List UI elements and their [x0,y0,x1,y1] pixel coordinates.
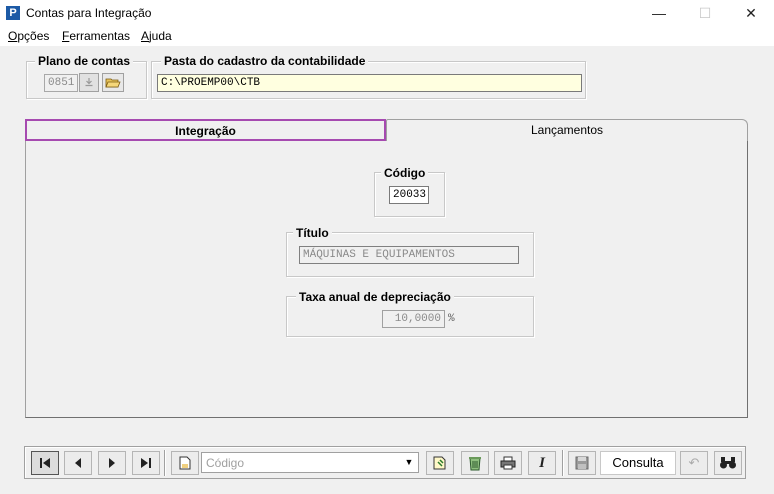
plano-contas-legend: Plano de contas [35,54,134,68]
menu-opcoes[interactable]: Opções [8,29,49,43]
pasta-field[interactable]: C:\PROEMP00\CTB [157,74,582,92]
pasta-legend: Pasta do cadastro da contabilidade [161,54,369,68]
previous-record-icon[interactable] [64,451,92,475]
save-icon[interactable] [568,451,596,475]
chevron-down-icon[interactable]: ▼ [401,454,417,471]
close-button[interactable]: ✕ [728,0,774,26]
maximize-button[interactable]: ☐ [682,0,728,26]
titulo-legend: Título [293,226,332,240]
codigo-field[interactable]: 20033 [389,186,429,204]
first-record-icon[interactable] [31,451,59,475]
download-icon[interactable] [79,73,99,92]
open-folder-icon[interactable] [102,73,124,92]
toolbar-separator [164,450,165,476]
edit-document-icon[interactable] [426,451,454,475]
menu-ajuda[interactable]: Ajuda [141,29,172,43]
app-icon: P [6,6,20,20]
codigo-legend: Código [381,166,429,180]
new-record-icon[interactable] [171,451,199,475]
search-combo-placeholder: Código [206,456,245,470]
toolbar-separator [562,450,563,476]
tab-integracao[interactable]: Integração [25,119,386,141]
recycle-bin-icon[interactable] [461,451,489,475]
window-title: Contas para Integração [26,6,152,20]
undo-icon[interactable]: ↶ [680,451,708,475]
mode-status: Consulta [600,451,676,475]
last-record-icon[interactable] [132,451,160,475]
taxa-field[interactable]: 10,0000 [382,310,445,328]
next-record-icon[interactable] [98,451,126,475]
minimize-button[interactable]: — [636,0,682,26]
menu-ferramentas[interactable]: Ferramentas [62,29,130,43]
search-combo[interactable]: Código ▼ [201,452,419,473]
titulo-field[interactable]: MÁQUINAS E EQUIPAMENTOS [299,246,519,264]
taxa-legend: Taxa anual de depreciação [296,290,454,304]
italic-icon[interactable]: I [528,451,556,475]
print-icon[interactable] [494,451,522,475]
plano-contas-field[interactable]: 0851 [44,74,78,92]
binoculars-icon[interactable] [714,451,742,475]
tab-lancamentos[interactable]: Lançamentos [386,119,748,141]
taxa-unit: % [448,313,455,325]
